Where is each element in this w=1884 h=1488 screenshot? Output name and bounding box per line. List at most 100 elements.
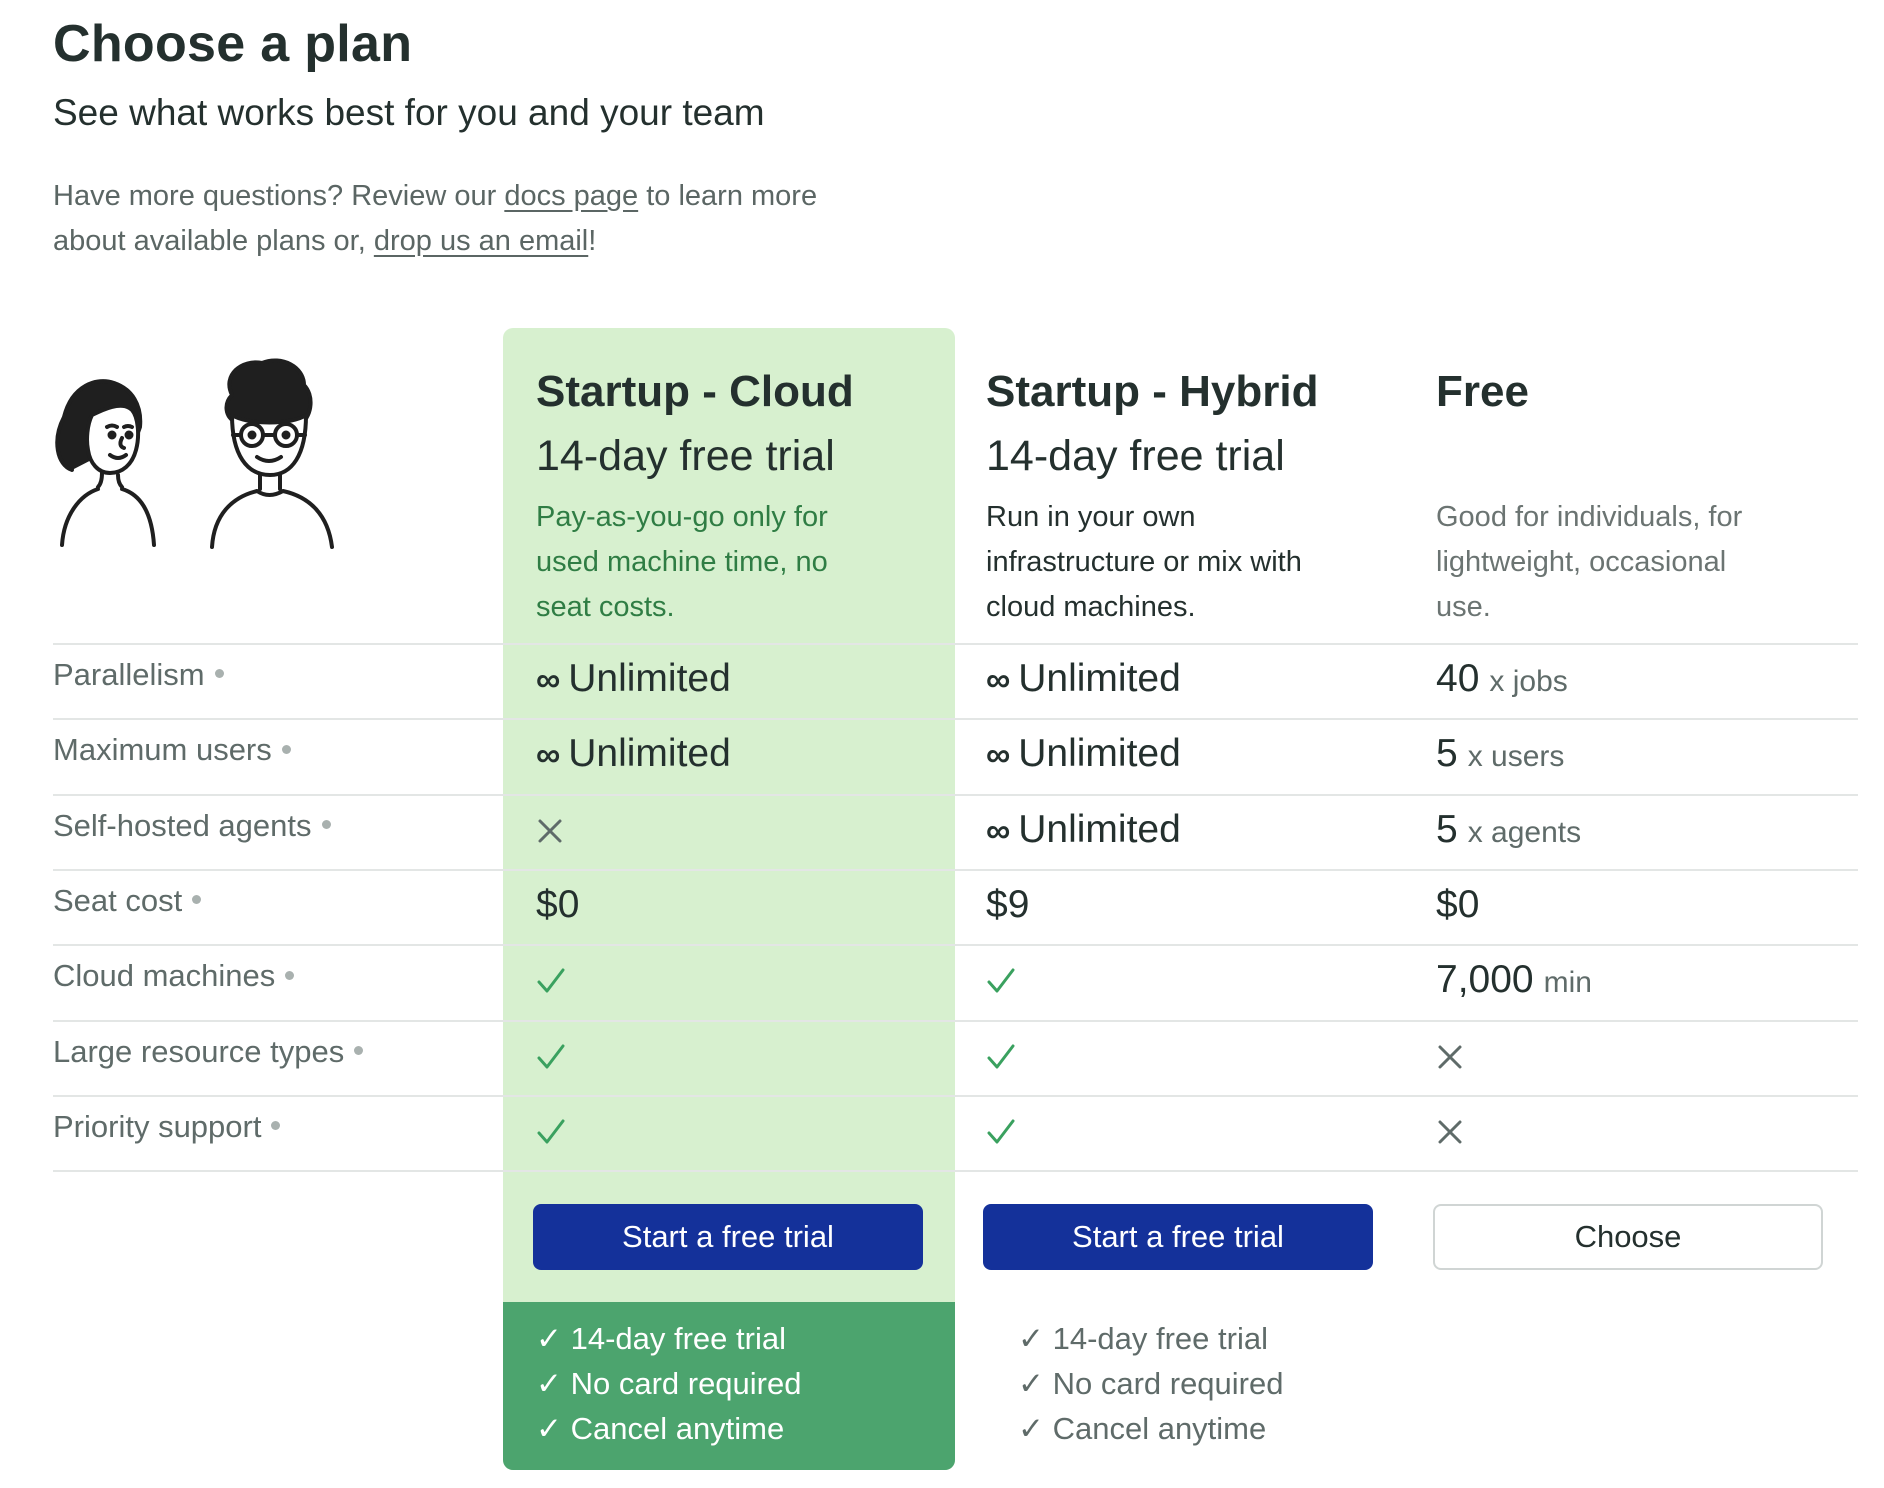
info-dot-icon[interactable] bbox=[281, 744, 291, 754]
info-dot-icon[interactable] bbox=[271, 1121, 281, 1131]
startup-hybrid-perks: ✓ 14-day free trial ✓ No card required ✓… bbox=[1018, 1316, 1283, 1451]
feature-value-cloud-machines-cloud bbox=[536, 966, 566, 996]
unlimited-text: Unlimited bbox=[1018, 807, 1181, 851]
feature-value-self-hosted-agents-free: 5 x agents bbox=[1436, 808, 1581, 852]
row-divider bbox=[53, 793, 1858, 796]
feature-label-maximum-users: Maximum users bbox=[53, 732, 291, 768]
feature-label-self-hosted-agents: Self-hosted agents bbox=[53, 808, 331, 844]
row-divider bbox=[53, 718, 1858, 721]
perk-item: ✓ Cancel anytime bbox=[1018, 1411, 1267, 1446]
value-text: $9 bbox=[986, 882, 1030, 926]
feature-value-parallelism-hybrid: ∞ Unlimited bbox=[986, 657, 1181, 701]
feature-value-priority-support-hybrid bbox=[986, 1117, 1016, 1147]
plan-name-startup-hybrid: Startup - Hybrid bbox=[986, 367, 1319, 416]
unit-text: x agents bbox=[1467, 815, 1582, 849]
feature-label-priority-support: Priority support bbox=[53, 1108, 281, 1145]
infinity-icon: ∞ bbox=[536, 661, 561, 699]
row-divider bbox=[53, 1094, 1858, 1097]
feature-value-parallelism-free: 40 x jobs bbox=[1436, 657, 1568, 701]
unit-text: x jobs bbox=[1489, 665, 1568, 698]
checkmark-icon bbox=[986, 966, 1016, 996]
feature-value-maximum-users-cloud: ∞ Unlimited bbox=[536, 732, 731, 776]
page-subtitle: See what works best for you and your tea… bbox=[53, 92, 765, 133]
startup-hybrid-trial-button[interactable]: Start a free trial bbox=[983, 1204, 1373, 1270]
feature-label-text: Parallelism bbox=[53, 657, 205, 692]
value-text: 40 bbox=[1436, 657, 1480, 700]
feature-value-cloud-machines-hybrid bbox=[986, 966, 1016, 996]
feature-value-priority-support-free bbox=[1436, 1118, 1464, 1146]
feature-value-parallelism-cloud: ∞ Unlimited bbox=[536, 657, 731, 701]
feature-label-text: Maximum users bbox=[53, 732, 272, 768]
infinity-icon: ∞ bbox=[536, 736, 561, 775]
feature-label-text: Large resource types bbox=[53, 1033, 345, 1069]
info-dot-icon[interactable] bbox=[214, 669, 224, 679]
cross-icon bbox=[536, 817, 564, 845]
value-text: 5 bbox=[1436, 807, 1458, 851]
feature-value-seat-cost-free: $0 bbox=[1436, 883, 1479, 927]
unlimited-text: Unlimited bbox=[1018, 732, 1181, 776]
perk-item: ✓ 14-day free trial bbox=[536, 1321, 786, 1356]
row-divider bbox=[53, 944, 1858, 947]
row-divider bbox=[53, 1019, 1858, 1022]
row-divider bbox=[53, 643, 1858, 645]
intro-text: Have more questions? Review our docs pag… bbox=[53, 174, 873, 264]
startup-cloud-trial-button[interactable]: Start a free trial bbox=[533, 1204, 923, 1270]
email-link[interactable]: drop us an email bbox=[374, 225, 588, 257]
free-choose-button[interactable]: Choose bbox=[1433, 1204, 1823, 1270]
plan-description-free: Good for individuals, for lightweight, o… bbox=[1436, 501, 1743, 623]
startup-cloud-perks: ✓ 14-day free trial ✓ No card required ✓… bbox=[536, 1316, 801, 1451]
unlimited-text: Unlimited bbox=[1018, 657, 1181, 700]
feature-label-text: Priority support bbox=[53, 1108, 262, 1144]
feature-label-cloud-machines: Cloud machines bbox=[53, 958, 295, 994]
infinity-icon: ∞ bbox=[986, 661, 1011, 699]
intro-text-part: Have more questions? Review our bbox=[53, 180, 505, 212]
feature-value-large-resource-types-free bbox=[1436, 1043, 1464, 1071]
value-text: $0 bbox=[1436, 882, 1480, 926]
man-illustration bbox=[210, 358, 334, 549]
unit-text: min bbox=[1543, 966, 1592, 1000]
row-divider bbox=[53, 868, 1858, 871]
cross-icon bbox=[1436, 1118, 1464, 1146]
value-text: 7,000 bbox=[1436, 958, 1534, 1002]
unit-text: x users bbox=[1467, 740, 1565, 774]
perk-item: ✓ Cancel anytime bbox=[536, 1411, 785, 1446]
infinity-icon: ∞ bbox=[986, 811, 1011, 850]
value-text: 5 bbox=[1436, 732, 1458, 776]
docs-page-link[interactable]: docs page bbox=[504, 180, 638, 212]
plan-trial-startup-cloud: 14-day free trial bbox=[536, 432, 835, 480]
checkmark-icon bbox=[986, 1117, 1016, 1147]
plan-name-startup-cloud: Startup - Cloud bbox=[536, 367, 854, 416]
checkmark-icon bbox=[536, 966, 566, 996]
feature-value-maximum-users-free: 5 x users bbox=[1436, 732, 1564, 776]
feature-value-seat-cost-cloud: $0 bbox=[536, 883, 579, 927]
intro-text-part: ! bbox=[588, 225, 597, 257]
feature-value-self-hosted-agents-hybrid: ∞ Unlimited bbox=[986, 808, 1181, 852]
team-illustration bbox=[55, 358, 334, 549]
checkmark-icon bbox=[986, 1042, 1016, 1072]
perk-item: ✓ No card required bbox=[536, 1366, 802, 1401]
info-dot-icon[interactable] bbox=[321, 819, 331, 829]
feature-label-large-resource-types: Large resource types bbox=[53, 1033, 364, 1070]
feature-value-priority-support-cloud bbox=[536, 1117, 566, 1147]
perk-item: ✓ 14-day free trial bbox=[1018, 1321, 1268, 1356]
feature-value-self-hosted-agents-cloud bbox=[536, 817, 564, 845]
cross-icon bbox=[1436, 1043, 1464, 1071]
plan-description-startup-cloud: Pay-as-you-go only for used machine time… bbox=[536, 501, 828, 623]
feature-label-seat-cost: Seat cost bbox=[53, 883, 202, 919]
value-text: $0 bbox=[536, 882, 580, 926]
info-dot-icon[interactable] bbox=[354, 1045, 364, 1055]
feature-value-cloud-machines-free: 7,000 min bbox=[1436, 958, 1592, 1002]
plan-trial-startup-hybrid: 14-day free trial bbox=[986, 432, 1285, 480]
info-dot-icon[interactable] bbox=[192, 895, 202, 905]
row-divider bbox=[53, 1170, 1858, 1173]
unlimited-text: Unlimited bbox=[568, 657, 731, 700]
plan-description-startup-hybrid: Run in your own infrastructure or mix wi… bbox=[986, 501, 1302, 623]
plan-name-free: Free bbox=[1436, 367, 1529, 416]
feature-label-text: Self-hosted agents bbox=[53, 807, 312, 843]
perk-item: ✓ No card required bbox=[1018, 1366, 1284, 1401]
feature-label-text: Cloud machines bbox=[53, 958, 276, 994]
feature-value-large-resource-types-hybrid bbox=[986, 1042, 1016, 1072]
feature-value-maximum-users-hybrid: ∞ Unlimited bbox=[986, 732, 1181, 776]
checkmark-icon bbox=[536, 1117, 566, 1147]
info-dot-icon[interactable] bbox=[285, 970, 295, 980]
